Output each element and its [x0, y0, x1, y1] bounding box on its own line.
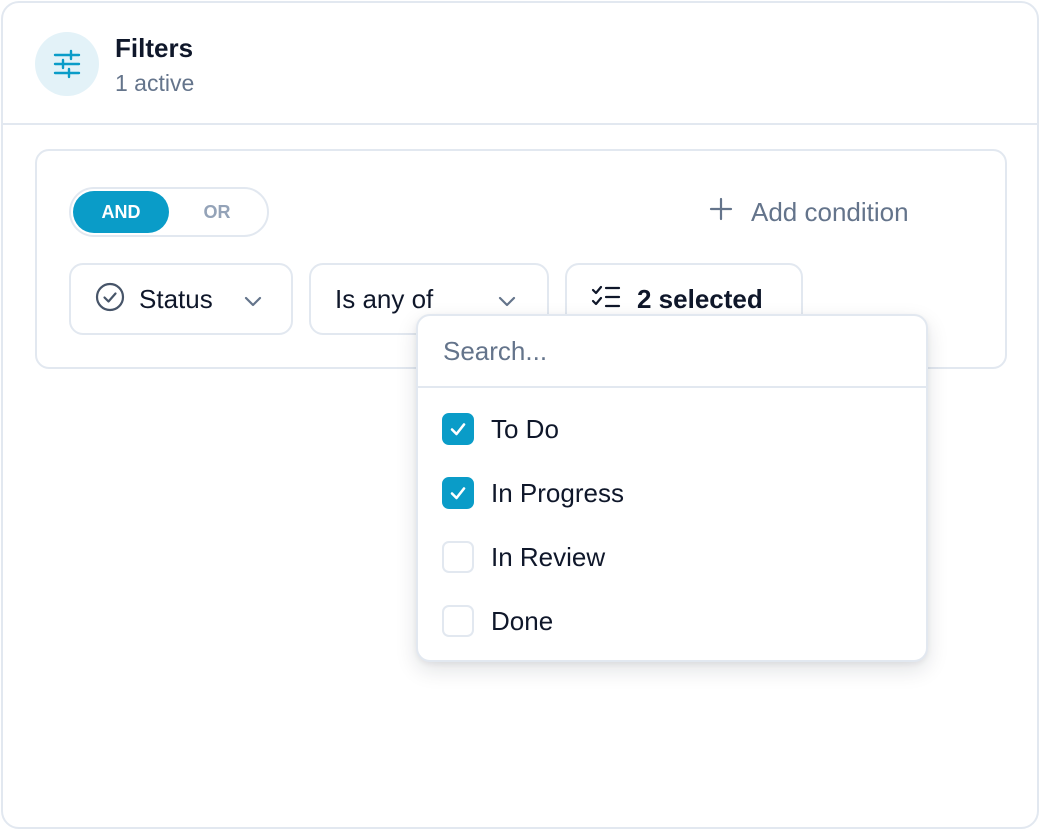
operator-label: Is any of	[335, 283, 434, 314]
option-in-review[interactable]: In Review	[418, 525, 926, 589]
option-label: Done	[491, 605, 554, 636]
checklist-icon	[591, 284, 621, 315]
field-select[interactable]: Status	[69, 263, 293, 335]
option-label: In Progress	[491, 477, 624, 508]
checkbox[interactable]	[442, 605, 474, 637]
logic-or-option[interactable]: OR	[169, 191, 265, 233]
check-circle-icon	[95, 282, 125, 317]
checkbox[interactable]	[442, 541, 474, 573]
add-condition-label: Add condition	[751, 196, 909, 227]
checkbox[interactable]	[442, 413, 474, 445]
logic-toggle: AND OR	[69, 187, 269, 237]
check-icon	[450, 487, 466, 500]
field-label: Status	[139, 283, 213, 314]
add-condition-button[interactable]: Add condition	[709, 189, 909, 235]
panel-title: Filters	[115, 33, 194, 63]
logic-and-option[interactable]: AND	[73, 191, 169, 233]
option-to-do[interactable]: To Do	[418, 397, 926, 461]
dropdown-search-input[interactable]	[418, 316, 926, 388]
plus-icon	[709, 197, 733, 228]
option-label: To Do	[491, 413, 559, 444]
option-label: In Review	[491, 541, 606, 572]
value-summary: 2 selected	[637, 283, 763, 314]
checkbox[interactable]	[442, 477, 474, 509]
value-dropdown: To Do In Progress In Review Done	[416, 314, 928, 662]
chevron-down-icon	[243, 291, 263, 316]
option-in-progress[interactable]: In Progress	[418, 461, 926, 525]
filters-header: Filters 1 active	[3, 3, 1037, 125]
sliders-icon	[35, 32, 99, 96]
chevron-down-icon	[497, 291, 517, 316]
option-done[interactable]: Done	[418, 589, 926, 653]
active-count: 1 active	[115, 70, 195, 96]
check-icon	[450, 423, 466, 436]
